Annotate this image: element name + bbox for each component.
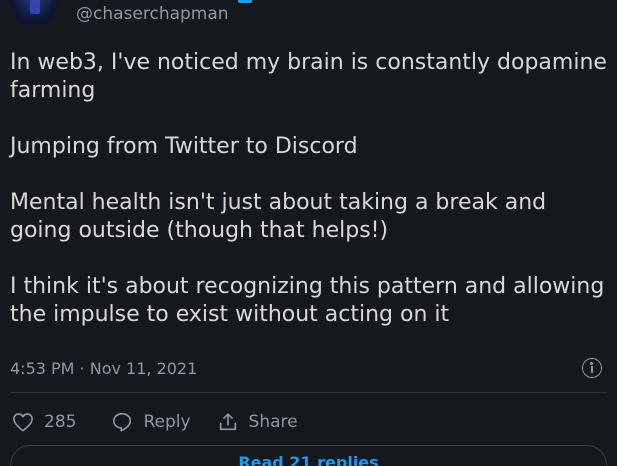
- like-count: 285: [44, 412, 77, 432]
- tweet-paragraph: Mental health isn't just about taking a …: [10, 190, 547, 243]
- like-button[interactable]: 285: [12, 412, 76, 432]
- divider: [10, 392, 607, 393]
- tweet-paragraph: Jumping from Twitter to Discord: [10, 134, 358, 159]
- tweet-paragraph: In web3, I've noticed my brain is consta…: [10, 50, 607, 103]
- reply-icon: [113, 412, 132, 432]
- read-replies-button[interactable]: Read 21 replies: [10, 445, 607, 466]
- share-label: Share: [248, 412, 298, 432]
- reply-button[interactable]: Reply: [111, 411, 191, 433]
- tweet-paragraph: I think it's about recognizing this patt…: [10, 274, 605, 327]
- author-handle[interactable]: @chaserchapman: [76, 3, 229, 25]
- action-bar: 285 Reply Share: [12, 410, 298, 434]
- share-icon: [219, 413, 236, 431]
- share-button[interactable]: Share: [217, 411, 298, 433]
- avatar-figure: [30, 0, 40, 14]
- tweet-timestamp[interactable]: 4:53 PM · Nov 11, 2021: [10, 359, 197, 379]
- heart-icon: [13, 413, 33, 432]
- avatar[interactable]: [10, 0, 58, 26]
- display-name-fragment: [238, 0, 252, 3]
- info-icon[interactable]: [582, 358, 602, 378]
- tweet-card: @chaserchapman In web3, I've noticed my …: [0, 0, 617, 466]
- reply-label: Reply: [143, 412, 191, 432]
- tweet-text: In web3, I've noticed my brain is consta…: [10, 49, 610, 329]
